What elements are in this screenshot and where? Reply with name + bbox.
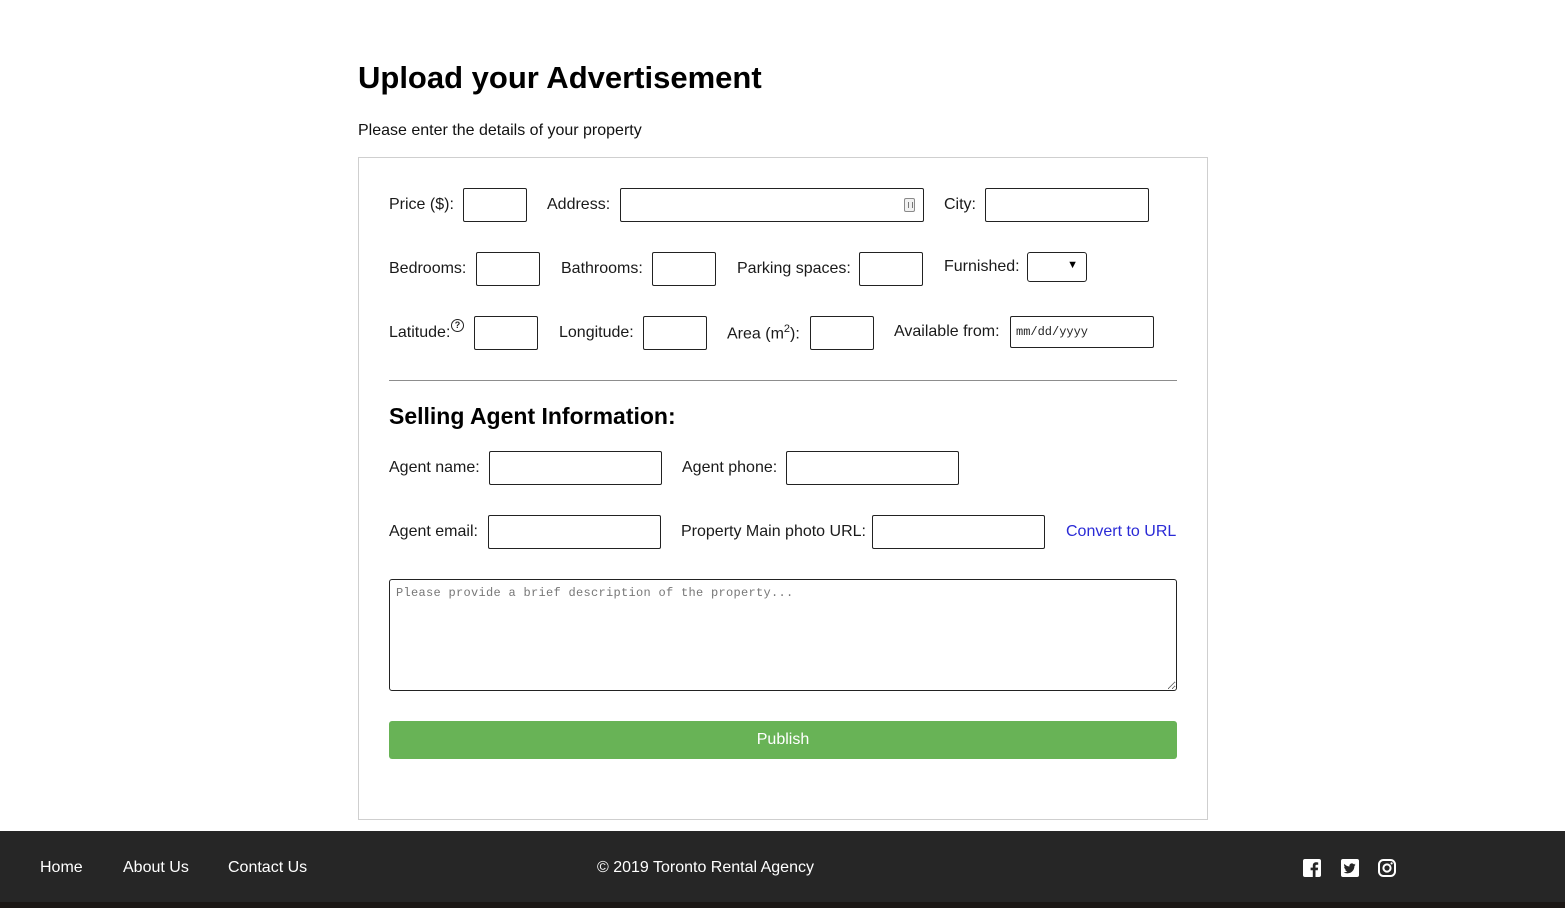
address-input[interactable] [620,188,924,222]
bedrooms-label: Bedrooms: [389,260,467,277]
photo-url-label: Property Main photo URL: [681,523,866,540]
convert-to-url-link[interactable]: Convert to URL [1066,523,1176,541]
area-label-prefix: Area (m [727,325,784,343]
twitter-icon[interactable] [1340,858,1360,878]
description-textarea[interactable] [389,579,1177,691]
site-footer: Home About Us Contact Us © 2019 Toronto … [0,831,1565,908]
instagram-icon[interactable] [1377,858,1397,878]
agent-email-input[interactable] [488,515,661,549]
agent-phone-input[interactable] [786,451,959,485]
area-label-suffix: ): [790,325,800,343]
longitude-input[interactable] [643,316,707,350]
furnished-select[interactable]: ▼ [1027,252,1087,282]
facebook-icon[interactable] [1302,858,1322,878]
publish-button[interactable]: Publish [389,721,1177,759]
page-subtitle: Please enter the details of your propert… [358,122,642,139]
footer-link-home[interactable]: Home [40,859,83,877]
bathrooms-input[interactable] [652,252,716,286]
latitude-input[interactable] [474,316,538,350]
parking-label: Parking spaces: [737,260,851,277]
available-date-input[interactable]: mm/dd/yyyy [1010,316,1154,348]
address-label: Address: [547,196,611,213]
city-input[interactable] [985,188,1149,222]
footer-bottom-strip [0,902,1565,908]
agent-email-label: Agent email: [389,523,478,540]
agent-name-label: Agent name: [389,459,480,476]
advertisement-form: Price ($): Address: City: Bedrooms: Bath… [358,157,1208,820]
price-label: Price ($): [389,196,454,213]
footer-link-about[interactable]: About Us [123,859,189,877]
photo-url-input[interactable] [872,515,1045,549]
footer-link-contact[interactable]: Contact Us [228,859,307,877]
area-input[interactable] [810,316,874,350]
available-label: Available from: [894,323,1000,340]
parking-input[interactable] [859,252,923,286]
copyright-text: © 2019 Toronto Rental Agency [597,859,814,876]
agent-name-input[interactable] [489,451,662,485]
page-title: Upload your Advertisement [358,60,762,95]
section-divider [389,380,1177,381]
agent-phone-label: Agent phone: [682,459,778,476]
latitude-label: Latitude: [389,324,451,341]
area-label: Area (m2): [727,323,800,343]
city-label: City: [944,196,976,213]
furnished-label: Furnished: [944,258,1020,275]
longitude-label: Longitude: [559,324,634,341]
bedrooms-input[interactable] [476,252,540,286]
price-input[interactable] [463,188,527,222]
chevron-down-icon: ▼ [1067,259,1078,271]
help-icon[interactable]: ? [451,319,464,332]
agent-section-title: Selling Agent Information: [389,403,676,429]
bathrooms-label: Bathrooms: [561,260,643,277]
